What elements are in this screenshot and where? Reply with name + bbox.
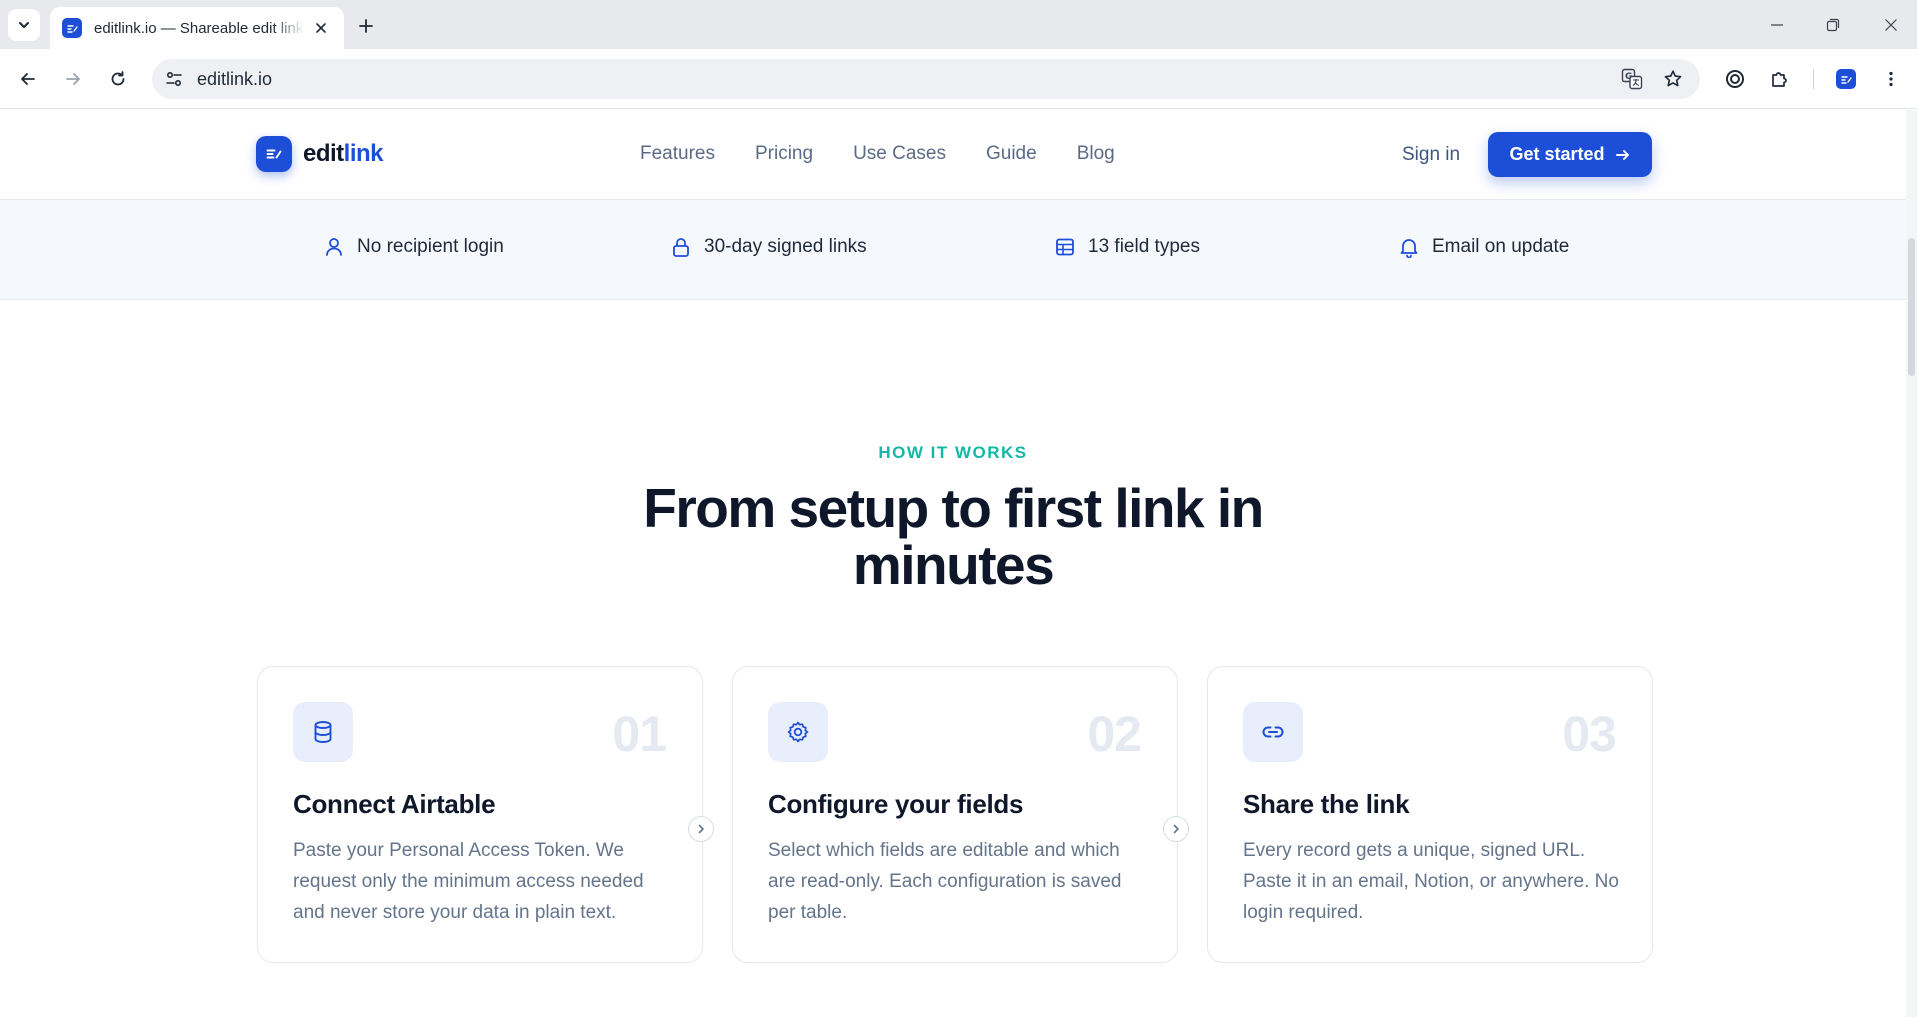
back-button[interactable] — [12, 63, 44, 95]
tune-icon — [166, 71, 182, 87]
step-description: Every record gets a unique, signed URL. … — [1243, 840, 1619, 923]
strip-item-field-types: 13 field types — [1054, 236, 1200, 258]
url-text[interactable]: editlink.io — [197, 69, 272, 90]
extensions-menu-button[interactable] — [1764, 63, 1796, 95]
logo-icon — [256, 136, 292, 172]
gear-icon — [768, 702, 828, 762]
toolbar-divider — [1813, 69, 1814, 89]
browser-tabstrip: editlink.io — Shareable edit links — [0, 0, 1917, 49]
browser-menu-button[interactable] — [1875, 63, 1907, 95]
sign-in-link[interactable]: Sign in — [1402, 144, 1460, 166]
forward-button[interactable] — [57, 63, 89, 95]
translate-button[interactable]: G — [1618, 65, 1646, 93]
step-title: Connect Airtable — [293, 789, 496, 819]
user-icon — [326, 238, 342, 256]
section-eyebrow: HOW IT WORKS — [878, 443, 1028, 462]
reload-icon — [111, 71, 125, 86]
nav-guide[interactable]: Guide — [986, 143, 1037, 165]
nav-blog[interactable]: Blog — [1077, 143, 1115, 165]
step-title: Configure your fields — [768, 789, 1024, 819]
arrow-left-icon — [21, 73, 35, 85]
puzzle-icon — [1772, 72, 1787, 87]
chevron-down-icon — [19, 22, 29, 28]
strip-item-signed-links: 30-day signed links — [670, 236, 867, 258]
step-number: 02 — [1087, 706, 1142, 762]
plus-icon — [359, 19, 373, 33]
minimize-button[interactable] — [1764, 12, 1790, 38]
step-card-2: 02 Configure your fields Select which fi… — [732, 666, 1178, 963]
restore-button[interactable] — [1820, 12, 1846, 38]
step-connector-1 — [688, 816, 714, 842]
circle-target-icon — [1726, 70, 1744, 88]
get-started-label: Get started — [1509, 144, 1605, 164]
minimize-icon — [1771, 24, 1783, 26]
table-icon — [1056, 238, 1074, 256]
strip-item-email-update: Email on update — [1398, 236, 1569, 258]
nav-features[interactable]: Features — [640, 143, 715, 165]
nav-pricing[interactable]: Pricing — [755, 143, 813, 165]
strip-item-no-login: No recipient login — [323, 236, 504, 258]
arrow-right-icon — [66, 73, 80, 85]
profile-extension-button[interactable] — [1830, 63, 1862, 95]
bookmark-button[interactable] — [1659, 65, 1687, 93]
lock-icon — [673, 238, 689, 257]
step-description: Paste your Personal Access Token. We req… — [293, 840, 644, 923]
nav-use-cases[interactable]: Use Cases — [853, 143, 946, 165]
step-card-1: 01 Connect Airtable Paste your Personal … — [257, 666, 703, 963]
site-info-button[interactable] — [160, 65, 188, 93]
link-icon — [1243, 702, 1303, 762]
editlink-extension-icon — [1836, 69, 1856, 89]
chevron-right-icon — [698, 824, 704, 834]
step-title: Share the link — [1243, 789, 1410, 819]
feature-strip: No recipient login 30-day signed links 1… — [0, 200, 1906, 300]
star-icon — [1664, 70, 1682, 87]
step-connector-2 — [1163, 816, 1189, 842]
site-logo[interactable]: editlink — [256, 136, 384, 172]
main-nav: Features Pricing Use Cases Guide Blog — [640, 143, 1155, 165]
tab-search-button[interactable] — [8, 9, 40, 41]
section-headline: From setup to first link in minutes — [643, 477, 1264, 596]
arrow-right-icon — [1615, 147, 1631, 163]
tab-title: editlink.io — Shareable edit links — [94, 19, 304, 37]
step-description: Select which fields are editable and whi… — [768, 840, 1122, 923]
reload-button[interactable] — [102, 63, 134, 95]
browser-tab-active[interactable]: editlink.io — Shareable edit links — [50, 7, 344, 49]
close-icon — [1885, 19, 1897, 31]
browser-toolbar: editlink.io G — [0, 49, 1917, 109]
site-header: editlink Features Pricing Use Cases Guid… — [0, 110, 1906, 200]
favicon-icon — [62, 18, 82, 38]
address-bar[interactable]: editlink.io G — [152, 59, 1700, 99]
get-started-button[interactable]: Get started — [1488, 132, 1652, 177]
more-vertical-icon — [1889, 71, 1893, 87]
restore-icon — [1826, 18, 1840, 32]
chevron-right-icon — [1173, 824, 1179, 834]
logo-wordmark: editlink — [303, 140, 384, 167]
step-card-3: 03 Share the link Every record gets a un… — [1207, 666, 1653, 963]
close-icon — [316, 23, 326, 33]
scrollbar-thumb[interactable] — [1908, 238, 1915, 376]
step-number: 03 — [1562, 706, 1617, 762]
database-icon — [293, 702, 353, 762]
close-window-button[interactable] — [1878, 12, 1904, 38]
tab-close-button[interactable] — [310, 17, 332, 39]
page-viewport: editlink Features Pricing Use Cases Guid… — [0, 110, 1917, 1017]
step-number: 01 — [612, 706, 667, 762]
bell-icon — [1400, 239, 1418, 258]
translate-icon: G — [1621, 68, 1643, 90]
page-scrollbar[interactable] — [1906, 110, 1917, 1017]
extension-button[interactable] — [1719, 63, 1751, 95]
new-tab-button[interactable] — [352, 12, 380, 40]
